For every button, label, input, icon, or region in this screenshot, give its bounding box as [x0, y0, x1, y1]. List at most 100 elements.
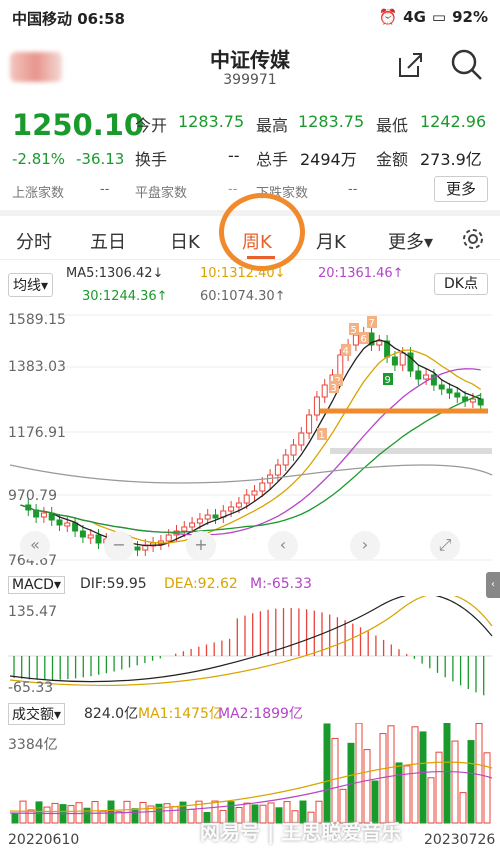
tab-more[interactable]: 更多▾ — [388, 228, 433, 254]
candle-body — [290, 444, 297, 456]
tab-intraday[interactable]: 分时 — [16, 228, 52, 254]
candle-body — [181, 526, 188, 532]
tab-five-day[interactable]: 五日 — [90, 228, 126, 254]
up-count-value: -- — [100, 182, 110, 197]
highlight-circle — [219, 193, 305, 271]
dif-line — [9, 596, 493, 683]
candle-body — [79, 530, 86, 538]
volume-bar — [411, 726, 419, 824]
tab-monthly[interactable]: 月K — [316, 228, 346, 254]
volume-bar — [91, 800, 99, 824]
ma30-value: 30:1244.36↑ — [82, 289, 168, 304]
ma60-value: 60:1074.30↑ — [200, 289, 286, 304]
macd-dea: DEA:92.62 — [164, 576, 238, 592]
price-axis-label: 970.79 — [8, 488, 57, 504]
volume-bar — [483, 752, 491, 824]
candle-body — [243, 494, 250, 504]
flat-count-value: -- — [228, 182, 238, 197]
stock-code: 399971 — [223, 72, 277, 88]
volume-bar — [387, 725, 395, 824]
signal-icon: 4G — [403, 8, 426, 26]
macd-selector[interactable]: MACD▾ — [8, 576, 65, 594]
volume-bar — [171, 806, 179, 824]
candle-body — [391, 356, 398, 366]
candle-body — [212, 514, 219, 519]
indicator-selector[interactable]: 均线▾ — [8, 273, 54, 297]
watermark: 网易号 | 王思聪爱音乐 — [200, 820, 402, 844]
status-bar: 中国移动 06:58 ⏰ 4G ▭ 92% — [0, 0, 500, 34]
amount-label: 金额 — [376, 150, 409, 169]
dea-line — [9, 596, 493, 687]
candle-body — [251, 490, 258, 496]
price-axis-label: 1383.03 — [8, 359, 66, 375]
tab-daily[interactable]: 日K — [170, 228, 200, 254]
search-icon[interactable] — [450, 48, 484, 82]
collapse-tab[interactable]: ‹ — [486, 572, 500, 598]
candle-body — [446, 388, 453, 394]
volume-bar — [107, 800, 115, 824]
volume-ma2: MA2:1899亿 — [218, 706, 303, 722]
candle-body — [274, 464, 281, 476]
volume-bar — [155, 803, 163, 824]
zoom-out-button[interactable]: − — [104, 531, 134, 561]
quote-panel: 1250.10 -2.81% -36.13 今开 1283.75 最高 1283… — [0, 100, 500, 205]
candle-body — [352, 334, 359, 346]
scroll-left-button[interactable]: « — [20, 531, 50, 561]
change-amount: -36.13 — [76, 150, 125, 168]
candle-body — [259, 482, 266, 492]
candle-body — [306, 414, 313, 434]
end-date: 20230726 — [424, 832, 496, 848]
more-button[interactable]: 更多 — [434, 176, 488, 202]
volume-bar — [427, 777, 435, 824]
candle-body — [134, 546, 141, 551]
volume-bar — [395, 762, 403, 824]
candle-body — [228, 506, 235, 512]
title-bar: 中证传媒 399971 — [0, 34, 500, 96]
wave-count-label: 9 — [385, 375, 391, 386]
settings-icon[interactable] — [460, 226, 486, 252]
flat-count-label: 平盘家数 — [135, 186, 188, 201]
turnover-label: 换手 — [135, 150, 168, 169]
up-count-label: 上涨家数 — [12, 186, 65, 201]
candle-body — [189, 522, 196, 528]
share-icon[interactable] — [395, 50, 425, 80]
fullscreen-button[interactable]: ⤢ — [430, 531, 460, 561]
candle-body — [423, 374, 430, 380]
battery-level: 92% — [452, 8, 488, 26]
candlestick-chart[interactable]: 12345679 — [0, 305, 500, 570]
last-price: 1250.10 — [12, 108, 145, 142]
alarm-icon: ⏰ — [378, 8, 398, 26]
volume-value: 2494万 — [300, 150, 357, 169]
ma5-value: MA5:1306.42↓ — [66, 266, 164, 281]
candle-body — [415, 370, 422, 380]
candle-body — [337, 354, 344, 376]
start-date: 20220610 — [8, 832, 80, 848]
volume-chart — [9, 723, 493, 824]
macd-chart — [8, 596, 493, 696]
volume-bar — [67, 805, 75, 824]
volume-bar — [35, 801, 43, 824]
volume-selector[interactable]: 成交额▾ — [8, 703, 66, 725]
low-value: 1242.96 — [420, 112, 487, 131]
volume-bar — [139, 801, 147, 824]
page-title: 中证传媒 — [210, 48, 290, 72]
battery-icon: ▭ — [431, 8, 447, 26]
volume-bar — [459, 792, 467, 824]
low-label: 最低 — [376, 116, 409, 135]
candle-body — [95, 534, 102, 544]
volume-bar — [11, 812, 19, 824]
volume-axis-top: 3384亿 — [8, 737, 58, 753]
dk-point-button[interactable]: DK点 — [434, 273, 488, 295]
next-button[interactable]: › — [350, 531, 380, 561]
volume-label: 总手 — [256, 150, 289, 169]
candle-body — [64, 522, 71, 527]
volume-bar — [43, 806, 51, 824]
wave-count-label: 3 — [331, 383, 337, 394]
open-label: 今开 — [135, 116, 168, 135]
zoom-in-button[interactable]: + — [186, 531, 216, 561]
open-value: 1283.75 — [178, 112, 245, 131]
amount-value: 273.9亿 — [420, 150, 482, 169]
candle-body — [477, 398, 484, 406]
prev-button[interactable]: ‹ — [268, 531, 298, 561]
volume-bar — [419, 731, 427, 824]
